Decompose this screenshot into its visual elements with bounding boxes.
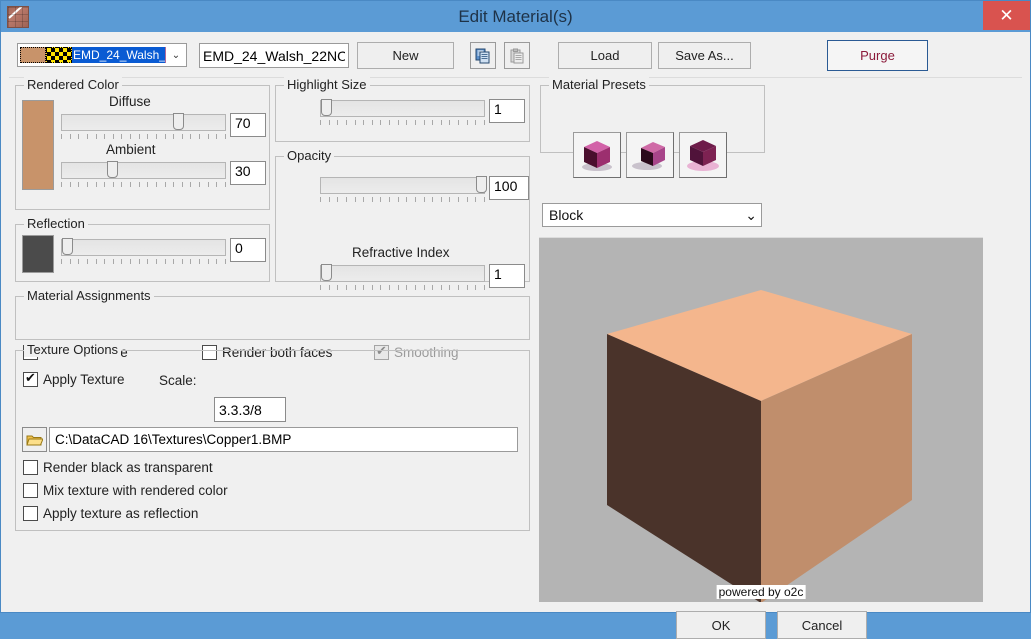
opacity-title: Opacity [284, 148, 335, 163]
scale-input[interactable] [214, 397, 286, 422]
reflection-group: Reflection 0 [15, 216, 270, 282]
shape-select-value: Block [549, 207, 584, 223]
diffuse-color-swatch[interactable] [22, 100, 54, 190]
cube-preset-icon-1 [582, 141, 612, 171]
opacity-slider-ticks [320, 197, 485, 203]
reflection-color-swatch[interactable] [22, 235, 54, 273]
o2c-watermark: powered by o2c [716, 585, 806, 599]
diffuse-label: Diffuse [109, 94, 151, 109]
material-pattern-swatch [46, 47, 72, 63]
refractive-index-slider-ticks [320, 285, 485, 291]
checkbox-box[interactable] [23, 370, 38, 387]
purge-button[interactable]: Purge [827, 40, 928, 71]
close-button[interactable]: ✕ [983, 1, 1030, 30]
material-toolbar: EMD_24_Walsh_22 ⌄ New [9, 36, 1022, 78]
checkbox-render-black-transparent[interactable]: Render black as transparent [23, 460, 213, 475]
cube-preset-icon-2 [632, 142, 665, 170]
folder-open-icon [26, 435, 43, 445]
opacity-slider-track[interactable] [320, 176, 487, 194]
texture-path-input[interactable] [49, 427, 518, 452]
load-button[interactable]: Load [558, 42, 652, 69]
ambient-slider-ticks [61, 182, 226, 188]
ok-button[interactable]: OK [676, 611, 766, 639]
highlight-size-group: Highlight Size 1 [275, 77, 530, 142]
highlight-size-slider-thumb[interactable] [321, 99, 332, 116]
paste-icon [510, 48, 524, 63]
ambient-value[interactable]: 30 [230, 161, 266, 185]
title-bar: Edit Material(s) ✕ [1, 1, 1030, 32]
material-select-value: EMD_24_Walsh_22 [72, 47, 166, 63]
shape-select[interactable]: Block ⌄ [542, 203, 762, 227]
preset-cube-1[interactable] [573, 132, 621, 178]
dialog-client-area: EMD_24_Walsh_22 ⌄ New [1, 32, 1030, 639]
scale-label: Scale: [159, 373, 197, 388]
ambient-slider-track[interactable] [61, 161, 226, 179]
checkbox-box[interactable] [23, 460, 38, 475]
checkbox-texture-as-reflection[interactable]: Apply texture as reflection [23, 506, 198, 521]
checkbox-box[interactable] [23, 483, 38, 498]
material-preview[interactable]: powered by o2c [539, 237, 983, 602]
diffuse-slider-track[interactable] [61, 113, 226, 131]
texture-options-title: Texture Options [24, 342, 122, 357]
preset-cube-2[interactable] [626, 132, 674, 178]
material-presets-title: Material Presets [549, 77, 649, 92]
checkbox-box[interactable] [23, 506, 38, 521]
opacity-group: Opacity 100 Refractive Index 1 [275, 148, 530, 290]
chevron-down-icon[interactable]: ⌄ [166, 44, 186, 66]
refractive-index-slider-thumb[interactable] [321, 264, 332, 281]
diffuse-slider-thumb[interactable] [173, 113, 184, 130]
copy-button[interactable] [470, 42, 496, 69]
refractive-index-label: Refractive Index [352, 245, 450, 260]
material-select[interactable]: EMD_24_Walsh_22 ⌄ [17, 43, 187, 67]
material-name-input[interactable] [199, 43, 349, 68]
preview-cube [607, 290, 912, 602]
browse-texture-button[interactable] [22, 427, 47, 452]
rendered-color-title: Rendered Color [24, 77, 122, 92]
highlight-size-slider-ticks [320, 120, 485, 126]
cancel-button[interactable]: Cancel [777, 611, 867, 639]
diffuse-value[interactable]: 70 [230, 113, 266, 137]
ambient-slider-thumb[interactable] [107, 161, 118, 178]
reflection-slider-ticks [61, 259, 226, 265]
reflection-title: Reflection [24, 216, 88, 231]
material-color-swatch [20, 47, 46, 63]
diffuse-slider-ticks [61, 134, 226, 140]
opacity-slider-thumb[interactable] [476, 176, 487, 193]
checkbox-label: Render black as transparent [43, 460, 213, 475]
refractive-index-value[interactable]: 1 [489, 264, 525, 288]
rendered-color-group: Rendered Color Diffuse 70 Ambient 30 [15, 77, 270, 210]
material-swatch-group [20, 47, 72, 63]
new-button[interactable]: New [357, 42, 454, 69]
checkbox-label: Mix texture with rendered color [43, 483, 228, 498]
cube-preset-icon-3 [687, 140, 719, 171]
chevron-down-icon[interactable]: ⌄ [745, 207, 757, 224]
checkbox-label: Apply Texture [43, 372, 125, 387]
checkbox-mix-texture[interactable]: Mix texture with rendered color [23, 483, 228, 498]
material-assignments-group: Material Assignments [15, 288, 530, 340]
paste-button[interactable] [504, 42, 530, 69]
edit-materials-dialog: Edit Material(s) ✕ EMD_24_Walsh_22 ⌄ New [0, 0, 1031, 639]
highlight-size-slider-track[interactable] [320, 99, 485, 117]
highlight-size-title: Highlight Size [284, 77, 370, 92]
save-as-button[interactable]: Save As... [658, 42, 751, 69]
highlight-size-value[interactable]: 1 [489, 99, 525, 123]
ambient-label: Ambient [106, 142, 156, 157]
preset-cube-3[interactable] [679, 132, 727, 178]
checkbox-apply-texture[interactable]: Apply Texture [23, 370, 125, 387]
opacity-value[interactable]: 100 [489, 176, 529, 200]
checkbox-label: Apply texture as reflection [43, 506, 199, 521]
window-title: Edit Material(s) [458, 7, 573, 26]
reflection-slider-track[interactable] [61, 238, 226, 256]
copy-icon [475, 48, 490, 63]
reflection-slider-thumb[interactable] [62, 238, 73, 255]
reflection-value[interactable]: 0 [230, 238, 266, 262]
material-assignments-title: Material Assignments [24, 288, 154, 303]
refractive-index-slider-track[interactable] [320, 264, 485, 282]
